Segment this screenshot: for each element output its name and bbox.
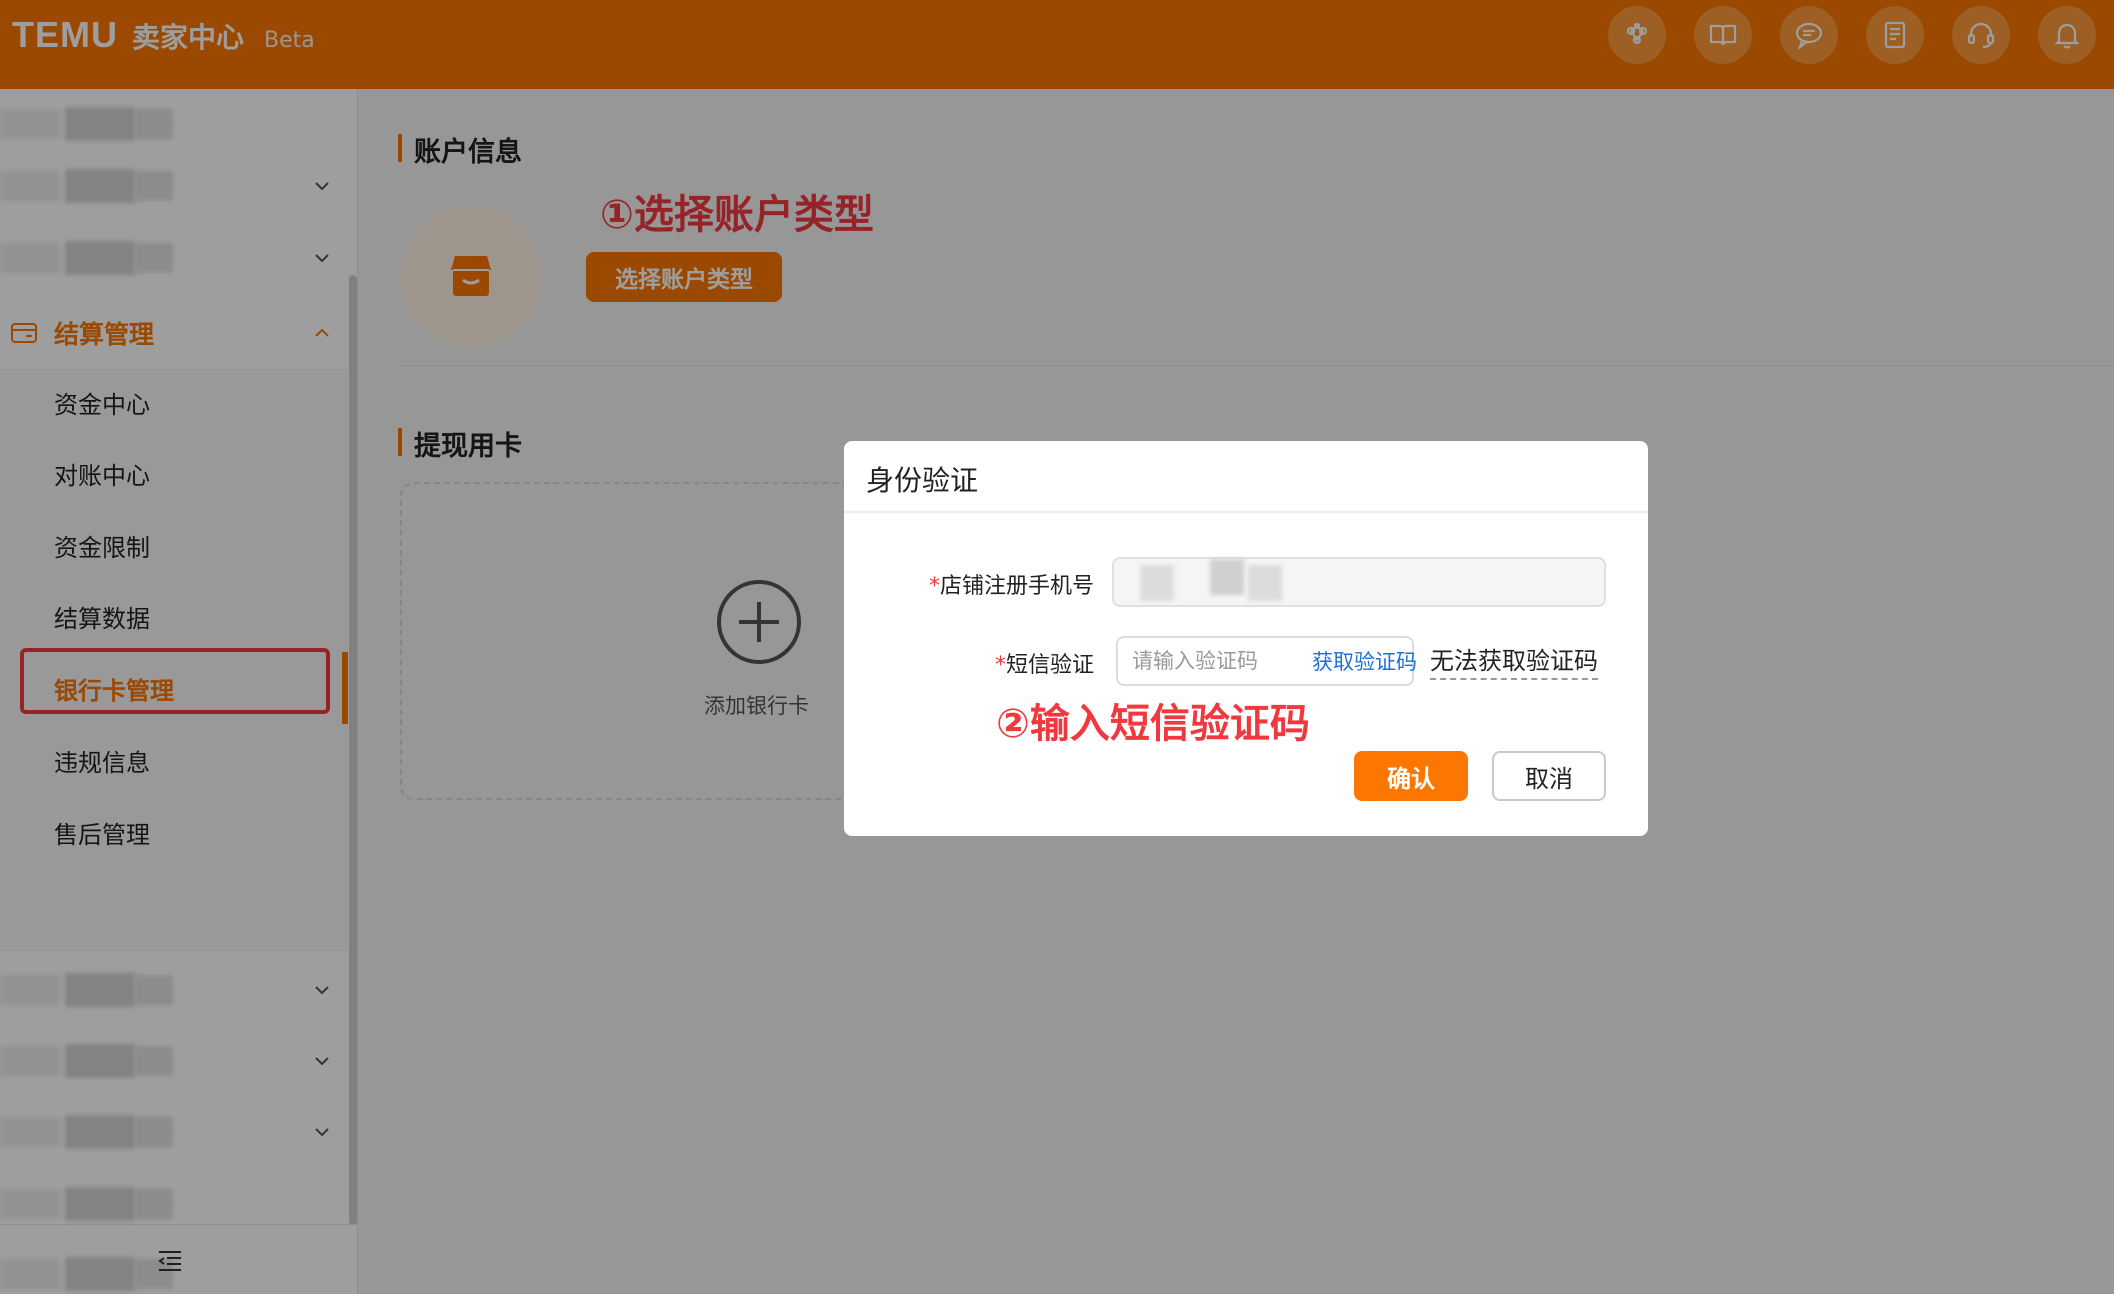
phone-label: *店铺注册手机号 bbox=[924, 568, 1094, 600]
dialog-title: 身份验证 bbox=[866, 459, 978, 499]
cancel-button[interactable]: 取消 bbox=[1492, 751, 1606, 801]
get-code-link[interactable]: 获取验证码 bbox=[1312, 646, 1417, 676]
sms-label: *短信验证 bbox=[924, 647, 1094, 679]
annotation-step-2: ②输入短信验证码 bbox=[996, 691, 1310, 749]
phone-field bbox=[1112, 557, 1606, 607]
identity-verification-dialog: 身份验证 *店铺注册手机号 *短信验证 获取验证码 无法获取验证码 ②输入短信验… bbox=[844, 441, 1648, 836]
cant-get-code-link[interactable]: 无法获取验证码 bbox=[1430, 641, 1598, 680]
confirm-button[interactable]: 确认 bbox=[1354, 751, 1468, 801]
sms-code-field: 获取验证码 bbox=[1116, 636, 1414, 686]
sms-code-input[interactable] bbox=[1132, 649, 1292, 673]
dialog-header: 身份验证 bbox=[844, 441, 1648, 513]
